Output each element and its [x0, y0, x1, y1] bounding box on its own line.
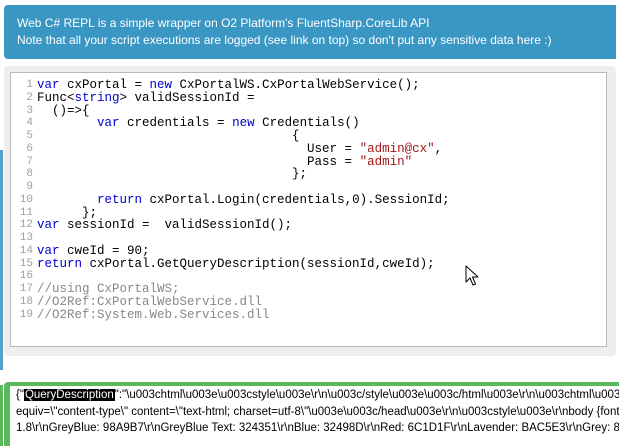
line-number: 16	[19, 270, 33, 283]
code-text: var sessionId = validSessionId();	[37, 219, 292, 232]
left-edge-accent	[0, 150, 3, 370]
result-line-1: {"QueryDescription":"\u003chtml\u003e\u0…	[16, 387, 619, 404]
left-edge-accent-lower	[0, 385, 3, 446]
code-token: > validSessionId =	[119, 90, 255, 105]
code-text: //O2Ref:System.Web.Services.dll	[37, 307, 270, 322]
code-keyword: return	[37, 256, 83, 271]
code-line[interactable]: 15 return cxPortal.GetQueryDescription(se…	[11, 256, 606, 271]
line-number: 6	[26, 142, 33, 155]
line-number: 10	[19, 193, 33, 206]
line-number: 5	[26, 130, 33, 142]
code-line[interactable]: 19 //O2Ref:System.Web.Services.dll	[11, 307, 606, 322]
code-line[interactable]: 10 return cxPortal.Login(credentials,0).…	[11, 192, 606, 207]
line-number: 9	[26, 181, 33, 193]
line-number: 4	[26, 117, 33, 130]
code-editor[interactable]: 1 var cxPortal = new CxPortalWS.CxPortalW…	[10, 72, 607, 347]
code-string: "admin"	[359, 154, 413, 169]
banner-line-1: Web C# REPL is a simple wrapper on O2 Pl…	[17, 16, 430, 30]
banner-line-2: Note that all your script executions are…	[17, 33, 552, 47]
line-number: 8	[26, 168, 33, 181]
result-line-2: equiv=\"content-type\" content=\"text-ht…	[16, 405, 619, 418]
line-number: 3	[26, 104, 33, 117]
code-line[interactable]: 12 var sessionId = validSessionId();	[11, 219, 606, 232]
code-keyword: var	[37, 218, 60, 233]
line-number: 12	[19, 219, 33, 232]
code-token: ,	[434, 141, 443, 156]
result-panel: {"QueryDescription":"\u003chtml\u003e\u0…	[4, 382, 619, 446]
code-line[interactable]: 8 };	[11, 168, 606, 181]
code-token: };	[37, 167, 308, 182]
mouse-pointer-icon	[465, 265, 479, 286]
code-keyword: return	[97, 192, 143, 207]
code-text: };	[37, 168, 307, 181]
line-number: 18	[19, 295, 33, 308]
result-line-1-rest: ":"\u003chtml\u003e\u003cstyle\u003e\r\n…	[114, 389, 619, 401]
line-number: 2	[26, 91, 33, 104]
result-line-3: 1.8\r\nGreyBlue: 98A9B7\r\nGreyBlue Text…	[16, 422, 619, 434]
code-token: cxPortal.Login(credentials,0).SessionId;	[142, 192, 450, 207]
line-number: 14	[19, 244, 33, 257]
editor-frame: 1 var cxPortal = new CxPortalWS.CxPortalW…	[4, 66, 616, 356]
code-text: return cxPortal.GetQueryDescription(sess…	[37, 256, 435, 271]
line-number: 15	[19, 257, 33, 270]
line-number: 19	[19, 308, 33, 321]
code-token: cxPortal.GetQueryDescription(sessionId,c…	[82, 256, 435, 271]
line-number: 17	[19, 283, 33, 295]
code-comment: //O2Ref:System.Web.Services.dll	[37, 307, 270, 322]
line-number: 13	[19, 232, 33, 244]
code-text: return cxPortal.Login(credentials,0).Ses…	[37, 192, 450, 207]
code-line[interactable]: 2 Func<string> validSessionId =	[11, 90, 606, 105]
code-token: sessionId = validSessionId();	[59, 218, 293, 233]
result-open-brace: {"	[16, 389, 24, 401]
result-highlight: QueryDescription	[23, 389, 115, 401]
line-number: 7	[26, 155, 33, 168]
line-number: 1	[26, 79, 33, 91]
line-number: 11	[19, 206, 33, 219]
info-banner: Web C# REPL is a simple wrapper on O2 Pl…	[4, 5, 616, 59]
result-output[interactable]: {"QueryDescription":"\u003chtml\u003e\u0…	[10, 386, 619, 446]
